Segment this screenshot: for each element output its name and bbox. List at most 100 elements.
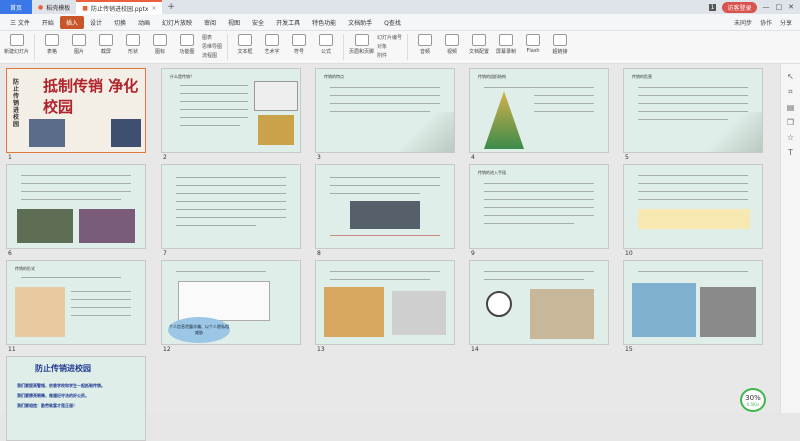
- minimize-icon[interactable]: —: [763, 3, 770, 11]
- slide-thumbnail[interactable]: [315, 260, 455, 345]
- slide-thumbnail[interactable]: 什么是传销？: [161, 68, 301, 153]
- close-tab-icon[interactable]: ×: [151, 5, 156, 12]
- slide-thumbnail[interactable]: 抵制传销 净化校园 防止传销进校园: [6, 68, 146, 153]
- login-button[interactable]: 访客登录: [722, 1, 757, 13]
- slide-image: [17, 209, 73, 243]
- menu-review[interactable]: 审阅: [198, 16, 222, 29]
- slide-12-caption: 个人信息泄露诈骗、以个人隐私相威胁: [168, 317, 230, 343]
- new-slide-button[interactable]: 新建幻灯片: [4, 34, 29, 55]
- slide-thumbnail[interactable]: [315, 164, 455, 249]
- text-line: [71, 299, 131, 300]
- collaborate-button[interactable]: 协作: [760, 18, 772, 27]
- slide-thumbnail[interactable]: 传销的形式: [6, 260, 146, 345]
- close-window-icon[interactable]: ✕: [788, 3, 794, 11]
- slide-thumbnail[interactable]: [623, 260, 763, 345]
- slide-thumbnail[interactable]: 防止传销进校园 我们要提高警惕，依靠学校和学生一起抵制传销。 我们要擦亮眼睛，做…: [6, 356, 146, 441]
- new-slide-icon: [9, 34, 24, 46]
- menu-insert[interactable]: 插入: [59, 15, 84, 29]
- maximize-icon[interactable]: □: [776, 3, 783, 11]
- sync-status[interactable]: 未同步: [734, 18, 752, 27]
- doc-config-button[interactable]: 文档配置: [467, 34, 491, 55]
- chart-button[interactable]: 图表: [202, 34, 222, 41]
- symbol-button[interactable]: 符号: [287, 34, 311, 55]
- tab-template[interactable]: ● 稻壳模板: [32, 0, 76, 14]
- text-line: [180, 117, 248, 118]
- shape-button[interactable]: 形状: [121, 34, 145, 55]
- slide-title: 传销的特点: [324, 74, 344, 79]
- function-chart-button[interactable]: 功能图: [175, 34, 199, 55]
- video-button[interactable]: 视频: [440, 34, 464, 55]
- icon-label: 图标: [155, 49, 166, 55]
- layout-icon[interactable]: ▤: [787, 103, 795, 112]
- new-tab-button[interactable]: +: [162, 2, 180, 12]
- formula-button[interactable]: 公式: [314, 34, 338, 55]
- audio-button[interactable]: 音频: [413, 34, 437, 55]
- flash-button[interactable]: Flash: [521, 34, 545, 54]
- pointer-icon[interactable]: ↖: [787, 72, 794, 81]
- pyramid-image: [484, 91, 524, 149]
- format-icon[interactable]: ⌗: [788, 87, 793, 97]
- icon-button[interactable]: 图标: [148, 34, 172, 55]
- text-line: [330, 103, 440, 104]
- tab-document[interactable]: ■ 防止传销进校园.pptx ×: [76, 0, 163, 14]
- cartoon-image: [392, 291, 446, 335]
- menu-features[interactable]: 特色功能: [306, 16, 342, 29]
- menu-view[interactable]: 视图: [222, 16, 246, 29]
- slide-thumbnail[interactable]: [469, 260, 609, 345]
- copy-icon[interactable]: ❐: [787, 118, 794, 127]
- text-line: [180, 85, 248, 86]
- menu-devtools[interactable]: 开发工具: [270, 16, 306, 29]
- object-button[interactable]: 对象: [377, 43, 402, 50]
- screen-record-button[interactable]: 屏幕录制: [494, 34, 518, 55]
- menu-slideshow[interactable]: 幻灯片放映: [156, 16, 198, 29]
- flowchart-button[interactable]: 流程图: [202, 52, 222, 59]
- wordart-button[interactable]: 艺术字: [260, 34, 284, 55]
- attachment-button[interactable]: 附件: [377, 52, 402, 59]
- tab-home[interactable]: 首页: [0, 0, 32, 14]
- flash-label: Flash: [526, 48, 540, 54]
- slide-thumbnail[interactable]: [6, 164, 146, 249]
- slide-image: [350, 201, 420, 229]
- hyperlink-button[interactable]: 超链接: [548, 34, 572, 55]
- slide-thumbnail[interactable]: [161, 164, 301, 249]
- slide-1-title: 抵制传销 净化校园: [43, 77, 139, 116]
- slide-number-button[interactable]: 幻灯片编号: [377, 34, 402, 41]
- menu-security[interactable]: 安全: [246, 16, 270, 29]
- slide-thumbnail[interactable]: 传销的组织结构: [469, 68, 609, 153]
- slide-thumbnail[interactable]: 传销的危害: [623, 68, 763, 153]
- text-line: [176, 209, 286, 210]
- menu-transition[interactable]: 切换: [108, 16, 132, 29]
- text-line: [484, 207, 594, 208]
- function-chart-label: 功能图: [179, 49, 195, 55]
- share-button[interactable]: 分享: [780, 18, 792, 27]
- menu-search[interactable]: Q查找: [378, 16, 407, 29]
- text-line: [176, 177, 286, 178]
- slide-image: [254, 81, 298, 111]
- mindmap-button[interactable]: 思维导图: [202, 43, 222, 50]
- text-line: [638, 183, 748, 184]
- slide-thumbnail[interactable]: 个人信息泄露诈骗、以个人隐私相威胁: [161, 260, 301, 345]
- slide-thumbnail[interactable]: 传销的特点: [315, 68, 455, 153]
- text-line: [484, 215, 594, 216]
- menu-start[interactable]: 开始: [36, 16, 60, 29]
- file-menu[interactable]: 三 文件: [4, 16, 36, 29]
- header-footer-button[interactable]: 页眉和页脚: [349, 34, 374, 55]
- table-button[interactable]: 表格: [40, 34, 64, 55]
- text-icon[interactable]: T: [788, 148, 793, 157]
- omega-icon: [292, 34, 307, 46]
- screenshot-button[interactable]: 截屏: [94, 34, 118, 55]
- performance-widget[interactable]: 30% 0.5K/s: [740, 388, 766, 412]
- text-line: [176, 201, 286, 202]
- menu-doc-assistant[interactable]: 文档助手: [342, 16, 378, 29]
- video-label: 视频: [447, 49, 458, 55]
- picture-button[interactable]: 图片: [67, 34, 91, 55]
- textbox-button[interactable]: 文本框: [233, 34, 257, 55]
- doc-config-icon: [472, 34, 487, 46]
- menu-design[interactable]: 设计: [84, 16, 108, 29]
- slide-number: 4: [471, 154, 475, 161]
- slide-thumbnail[interactable]: 传销的进入手段: [469, 164, 609, 249]
- slide-thumbnail[interactable]: [623, 164, 763, 249]
- star-icon[interactable]: ☆: [787, 133, 794, 142]
- menu-animation[interactable]: 动画: [132, 16, 156, 29]
- slide-number: 2: [163, 154, 167, 161]
